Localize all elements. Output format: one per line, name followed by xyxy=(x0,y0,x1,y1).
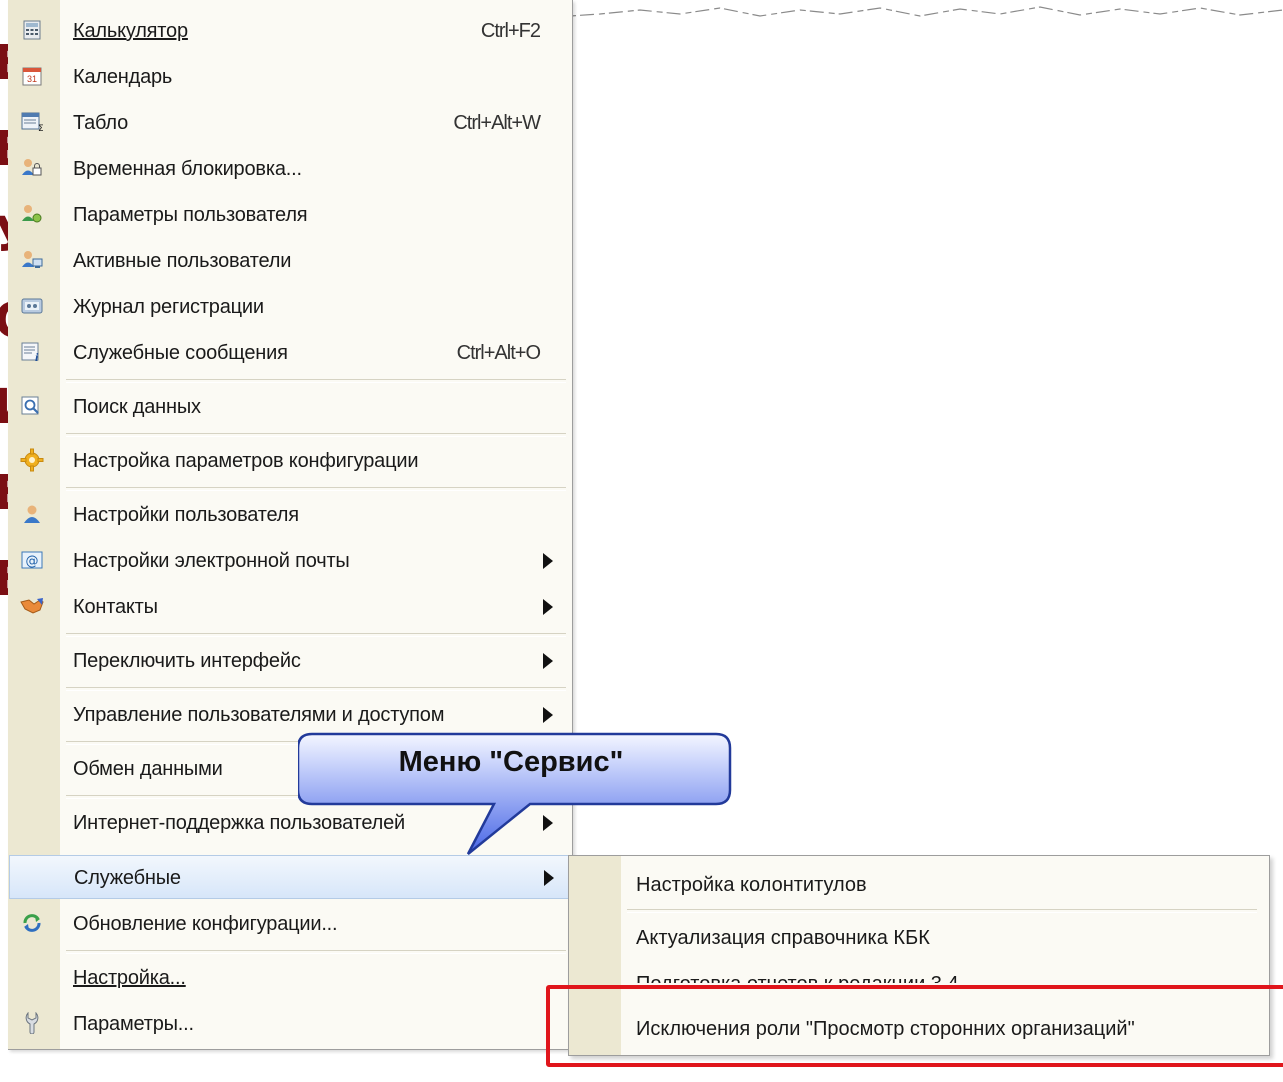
submenu-arrow-icon xyxy=(543,707,553,723)
submenu-arrow-icon xyxy=(543,553,553,569)
user-settings-icon xyxy=(20,203,44,225)
menu-item-active-users[interactable]: Активные пользователи xyxy=(8,238,572,282)
menu-item-label: Управление пользователями и доступом xyxy=(73,704,445,726)
wrench-icon xyxy=(20,1012,44,1034)
gear-icon xyxy=(20,448,44,472)
search-icon xyxy=(20,395,44,417)
menu-item-label: Активные пользователи xyxy=(73,250,292,272)
menu-separator xyxy=(66,487,566,491)
handshake-icon xyxy=(20,595,44,617)
menu-item-data-search[interactable]: Поиск данных xyxy=(8,384,572,428)
callout-text: Меню "Сервис" xyxy=(398,746,624,778)
menu-item-label: Обмен данными xyxy=(73,758,223,780)
submenu-arrow-icon xyxy=(543,653,553,669)
submenu-item-headers-footers[interactable]: Настройка колонтитулов xyxy=(569,862,1269,906)
menu-item-switch-interface[interactable]: Переключить интерфейс xyxy=(8,638,572,682)
menu-item-tablo[interactable]: Σ Табло Ctrl+Alt+W xyxy=(8,100,572,144)
svg-text:@: @ xyxy=(26,554,39,569)
menu-item-label: Калькулятор xyxy=(73,20,188,42)
menu-separator xyxy=(66,433,566,437)
menu-item-label: Параметры пользователя xyxy=(73,204,308,226)
shortcut-label: Ctrl+F2 xyxy=(480,20,541,42)
menu-item-label: Временная блокировка... xyxy=(73,158,302,180)
submenu-arrow-icon xyxy=(544,870,554,886)
submenu-item-label: Настройка колонтитулов xyxy=(636,874,867,896)
submenu-item-label: Подготовка отчетов к редакции 3.4 xyxy=(636,973,959,983)
service-menu: Калькулятор Ctrl+F2 31 Календарь Σ Табло… xyxy=(8,0,573,1050)
menu-item-calendar[interactable]: 31 Календарь xyxy=(8,54,572,98)
menu-item-user-params[interactable]: Параметры пользователя xyxy=(8,192,572,236)
highlight-box xyxy=(546,985,1283,1067)
journal-icon xyxy=(20,295,44,317)
menu-item-label: Табло xyxy=(73,112,129,134)
calculator-icon xyxy=(20,19,44,41)
menu-item-label: Календарь xyxy=(73,66,173,88)
menu-item-user-settings[interactable]: Настройки пользователя xyxy=(8,492,572,536)
submenu-arrow-icon xyxy=(543,599,553,615)
menu-item-label: Переключить интерфейс xyxy=(73,650,301,672)
menu-separator xyxy=(66,633,566,637)
calendar-icon-text: 31 xyxy=(27,74,37,84)
menu-item-label: Поиск данных xyxy=(73,396,201,418)
email-icon: @ xyxy=(20,549,44,571)
menu-item-label: Параметры... xyxy=(73,1013,194,1035)
calendar-icon: 31 xyxy=(20,65,44,87)
menu-item-label: Обновление конфигурации... xyxy=(73,913,338,935)
menu-item-label: Настройка... xyxy=(73,967,186,989)
shortcut-label: Ctrl+Alt+O xyxy=(456,342,541,364)
info-messages-icon: i xyxy=(20,341,44,363)
menu-item-config-update[interactable]: Обновление конфигурации... xyxy=(8,901,572,945)
menu-item-temp-lock[interactable]: Временная блокировка... xyxy=(8,146,572,190)
active-users-icon xyxy=(20,249,44,271)
menu-item-label: Служебные xyxy=(74,867,181,889)
menu-item-calculator[interactable]: Калькулятор Ctrl+F2 xyxy=(8,8,572,52)
callout-bubble: Меню "Сервис" xyxy=(296,728,738,868)
menu-item-config-params[interactable]: Настройка параметров конфигурации xyxy=(8,438,572,482)
submenu-item-reports-prep[interactable]: Подготовка отчетов к редакции 3.4 xyxy=(569,961,1269,983)
menu-item-parameters[interactable]: Параметры... xyxy=(8,1001,572,1045)
user-icon xyxy=(20,503,44,525)
menu-item-setup[interactable]: Настройка... xyxy=(8,955,572,999)
submenu-item-label: Актуализация справочника КБК xyxy=(636,927,930,949)
menu-separator xyxy=(66,950,566,954)
menu-separator xyxy=(66,379,566,383)
svg-text:Σ: Σ xyxy=(38,124,43,132)
menu-item-contacts[interactable]: Контакты xyxy=(8,584,572,628)
submenu-separator xyxy=(627,909,1257,913)
submenu-item-kbk-update[interactable]: Актуализация справочника КБК xyxy=(569,915,1269,959)
menu-item-service-messages[interactable]: i Служебные сообщения Ctrl+Alt+O xyxy=(8,330,572,374)
menu-item-label: Настройки электронной почты xyxy=(73,550,350,572)
menu-item-event-log[interactable]: Журнал регистрации xyxy=(8,284,572,328)
user-lock-icon xyxy=(20,157,44,179)
menu-item-label: Служебные сообщения xyxy=(73,342,288,364)
menu-item-label: Журнал регистрации xyxy=(73,296,264,318)
shortcut-label: Ctrl+Alt+W xyxy=(453,112,541,134)
menu-item-label: Настройка параметров конфигурации xyxy=(73,450,419,472)
table-sum-icon: Σ xyxy=(20,111,44,133)
menu-item-label: Настройки пользователя xyxy=(73,504,299,526)
menu-item-email-settings[interactable]: @ Настройки электронной почты xyxy=(8,538,572,582)
menu-item-label: Контакты xyxy=(73,596,158,618)
update-icon xyxy=(20,912,44,934)
menu-separator xyxy=(66,687,566,691)
